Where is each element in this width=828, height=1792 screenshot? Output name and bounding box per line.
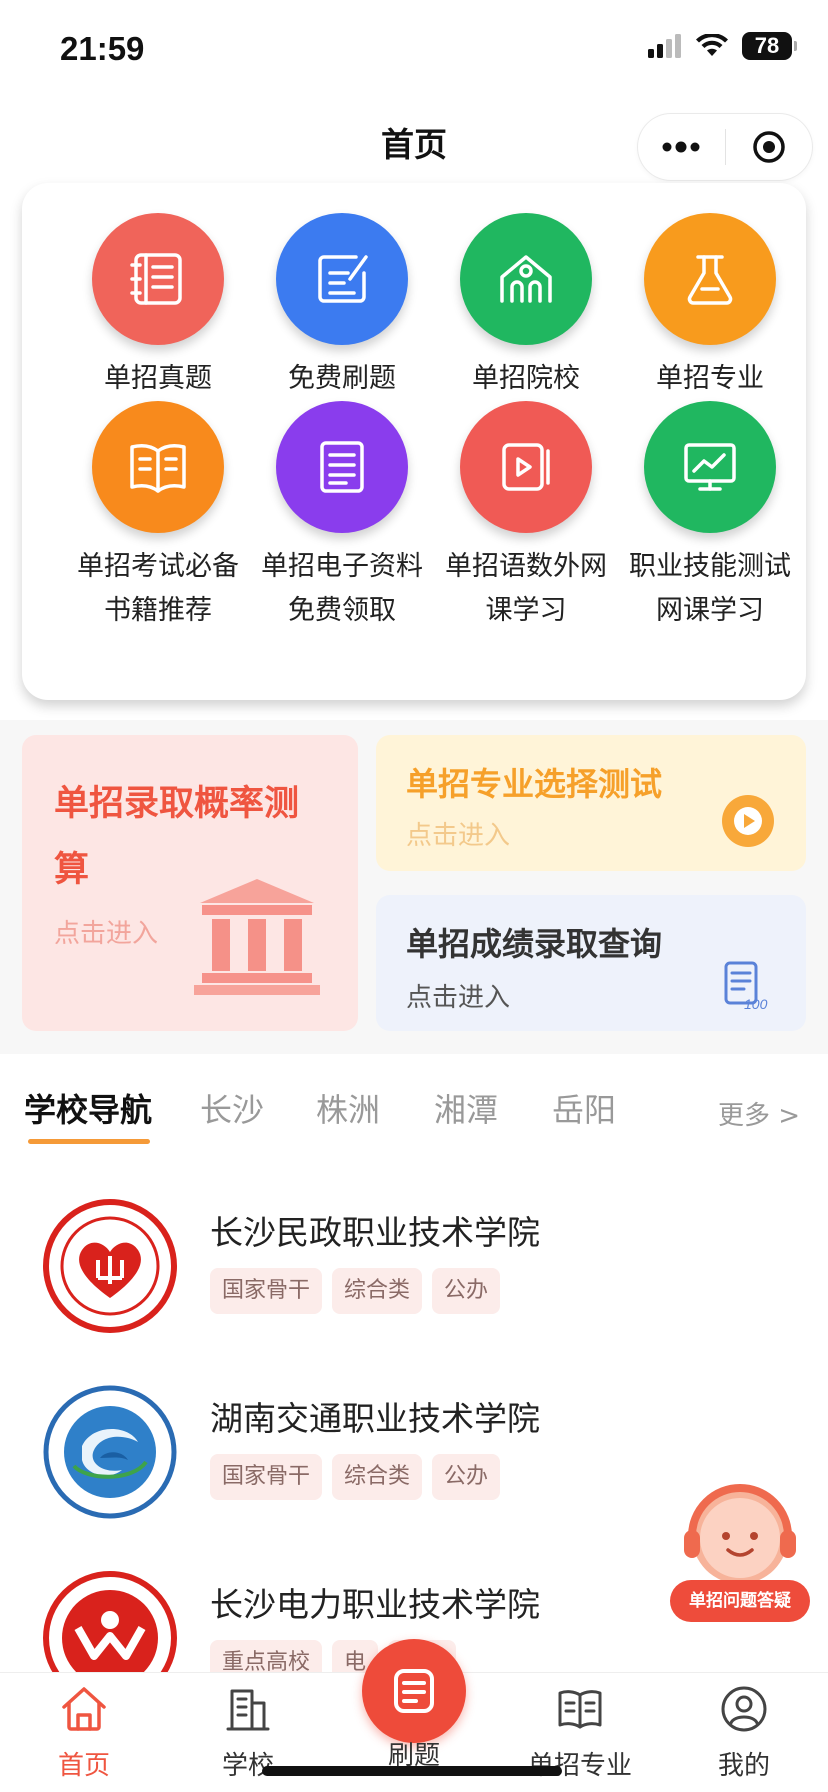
tabbar-label: 首页 <box>57 1751 110 1781</box>
grid-label: 单招考试必备书籍推荐 <box>77 551 239 626</box>
user-profile-icon <box>721 1686 767 1732</box>
active-tab-indicator <box>28 1139 150 1144</box>
grid-item-free-practice[interactable]: 免费刷题 <box>250 213 434 401</box>
grid-label: 单招语数外网课学习 <box>445 551 607 626</box>
home-icon <box>62 1687 106 1731</box>
grid-label: 单招真题 <box>104 363 212 394</box>
document-icon <box>320 441 364 493</box>
grid-item-e-materials[interactable]: 单招电子资料免费领取 <box>250 401 434 633</box>
score-sheet-icon: 100 <box>724 961 768 1012</box>
major-selection-test-card[interactable]: 单招专业选择测试 点击进入 <box>376 735 806 871</box>
card-subtitle: 点击进入 <box>406 983 511 1013</box>
grid-icon-circle <box>460 213 592 345</box>
grid-icon-circle <box>92 213 224 345</box>
school-tags: 国家骨干 综合类 公办 <box>210 1454 501 1500</box>
grid-icon-circle <box>276 213 408 345</box>
flask-icon <box>687 255 733 305</box>
card-subtitle: 点击进入 <box>406 821 511 851</box>
school-building-icon <box>500 255 552 303</box>
grid-icon-circle <box>92 401 224 533</box>
open-book-icon <box>130 444 186 493</box>
monitor-chart-icon <box>684 443 736 491</box>
grid-icon-circle <box>460 401 592 533</box>
mini-program-capsule <box>638 114 812 180</box>
grid-label: 单招院校 <box>472 363 580 394</box>
school-name: 长沙电力职业技术学院 <box>210 1585 540 1624</box>
admission-probability-card[interactable]: 单招录取概率测算 点击进入 <box>22 735 358 1031</box>
school-tag: 国家骨干 <box>210 1454 323 1500</box>
grid-item-skills-test[interactable]: 职业技能测试网课学习 <box>618 401 802 633</box>
tabbar-profile[interactable]: 我的 <box>684 1683 804 1782</box>
grid-label: 职业技能测试网课学习 <box>629 551 791 626</box>
status-time: 21:59 <box>60 30 145 67</box>
school-tag: 综合类 <box>332 1454 423 1500</box>
card-title: 单招专业选择测试 <box>406 765 663 803</box>
tabbar-home[interactable]: 首页 <box>24 1683 144 1782</box>
card-subtitle: 点击进入 <box>54 919 159 949</box>
play-circle-icon <box>722 795 774 847</box>
tab-school-nav[interactable]: 学校导航 <box>24 1085 152 1131</box>
more-link[interactable]: 更多 > <box>718 1095 800 1132</box>
grid-icon-circle <box>276 401 408 533</box>
school-name: 湖南交通职业技术学院 <box>210 1399 540 1438</box>
grid-icon-circle <box>644 213 776 345</box>
close-button[interactable] <box>726 114 813 180</box>
tabbar-label: 单招专业 <box>527 1751 632 1781</box>
status-indicators: 78 <box>648 32 797 60</box>
status-bar: 21:59 78 <box>0 0 828 96</box>
grid-label: 单招专业 <box>656 363 764 394</box>
school-name: 长沙民政职业技术学院 <box>210 1213 540 1252</box>
score-query-card[interactable]: 单招成绩录取查询 点击进入 100 <box>376 895 806 1031</box>
grid-label: 单招电子资料免费领取 <box>261 551 423 626</box>
svg-text:100: 100 <box>744 996 768 1012</box>
list-item-school[interactable]: 长沙民政职业技术学院 国家骨干 综合类 公办 <box>0 1198 828 1368</box>
school-tag: 综合类 <box>332 1268 423 1314</box>
tab-xiangtan[interactable]: 湘潭 <box>434 1085 498 1131</box>
wifi-icon <box>696 34 728 56</box>
tabbar-practice-button[interactable] <box>362 1639 466 1743</box>
school-tag: 公办 <box>432 1268 501 1314</box>
school-tag: 公办 <box>432 1454 501 1500</box>
grid-icon-circle <box>644 401 776 533</box>
grid-label: 免费刷题 <box>288 363 396 394</box>
tabbar-label: 我的 <box>717 1751 770 1781</box>
tabbar-label: 学校 <box>221 1751 274 1781</box>
grid-item-books[interactable]: 单招考试必备书籍推荐 <box>66 401 250 633</box>
qa-helper-button[interactable]: 单招问题答疑 <box>670 1478 810 1628</box>
more-button[interactable] <box>638 114 725 180</box>
school-tags: 国家骨干 综合类 公办 <box>210 1268 501 1314</box>
book-stack-icon <box>130 253 182 305</box>
open-book-icon <box>558 1690 602 1729</box>
edit-note-icon <box>318 255 368 303</box>
card-title: 单招成绩录取查询 <box>406 925 663 963</box>
school-nav-tabs: 学校导航 长沙 株洲 湘潭 岳阳 更多 > <box>0 1085 828 1165</box>
more-dots-icon <box>662 141 700 153</box>
school-logo <box>43 1385 177 1519</box>
feature-grid-card: 单招真题 免费刷题 单招院校 单招专业 单招考试必备书籍推荐 单招电子资料免费领… <box>22 183 806 700</box>
grid-item-colleges[interactable]: 单招院校 <box>434 213 618 401</box>
institution-building-icon <box>194 879 320 995</box>
grid-item-online-course[interactable]: 单招语数外网课学习 <box>434 401 618 633</box>
target-close-icon <box>753 131 785 163</box>
tab-zhuzhou[interactable]: 株洲 <box>316 1085 380 1131</box>
practice-note-icon <box>394 1669 434 1713</box>
home-indicator <box>262 1766 562 1776</box>
school-logo <box>43 1199 177 1333</box>
tab-yueyang[interactable]: 岳阳 <box>552 1085 616 1131</box>
video-play-icon <box>502 443 550 491</box>
tab-changsha[interactable]: 长沙 <box>200 1085 264 1131</box>
grid-item-majors[interactable]: 单招专业 <box>618 213 802 401</box>
cellular-signal-icon <box>648 34 681 58</box>
helper-label: 单招问题答疑 <box>670 1580 810 1622</box>
battery-indicator: 78 <box>742 32 797 60</box>
grid-item-exam-papers[interactable]: 单招真题 <box>66 213 250 401</box>
school-tag: 国家骨干 <box>210 1268 323 1314</box>
building-icon <box>226 1689 270 1731</box>
